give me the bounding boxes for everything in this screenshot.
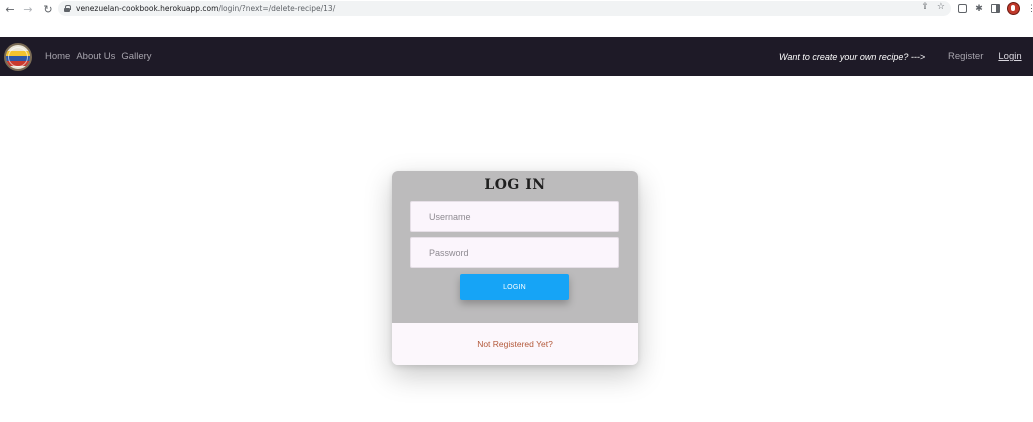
login-form-panel: LOG IN LOGIN: [392, 171, 638, 323]
password-input[interactable]: [410, 237, 619, 268]
omnibox-actions: ⇪ ☆: [921, 2, 945, 12]
star-icon[interactable]: ☆: [937, 2, 945, 12]
url-path: /login/?next=/delete-recipe/13/: [218, 4, 336, 13]
auth-nav: Register Login: [948, 37, 1022, 76]
nav-login-link[interactable]: Login: [998, 51, 1021, 62]
nav-gallery-link[interactable]: Gallery: [121, 51, 151, 62]
username-input[interactable]: [410, 201, 619, 232]
login-title: LOG IN: [484, 177, 546, 193]
puzzle-icon[interactable]: ✱: [974, 4, 984, 14]
kebab-menu-icon[interactable]: ⋮: [1027, 4, 1033, 13]
extension-area: ✱ ⋮: [958, 2, 1033, 15]
nav-about-link[interactable]: About Us: [76, 51, 115, 62]
register-footer: Not Registered Yet?: [392, 323, 638, 365]
share-icon[interactable]: ⇪: [921, 2, 929, 12]
side-panel-icon[interactable]: [991, 4, 1000, 13]
url-text[interactable]: venezuelan-cookbook.herokuapp.com/login/…: [76, 4, 335, 13]
logo-ring: [8, 47, 28, 67]
not-registered-link[interactable]: Not Registered Yet?: [477, 339, 553, 349]
primary-nav: Home About Us Gallery: [45, 37, 152, 76]
forward-arrow-icon[interactable]: →: [21, 2, 35, 16]
login-button[interactable]: LOGIN: [460, 274, 569, 300]
profile-avatar[interactable]: [1007, 2, 1020, 15]
login-card: LOG IN LOGIN Not Registered Yet?: [392, 171, 638, 365]
reload-icon[interactable]: ↻: [41, 2, 55, 16]
extension-square-icon[interactable]: [958, 4, 967, 13]
url-host: venezuelan-cookbook.herokuapp.com: [76, 4, 219, 13]
lock-icon[interactable]: [64, 5, 71, 12]
nav-register-link[interactable]: Register: [948, 51, 983, 62]
brand-logo[interactable]: [4, 43, 32, 71]
address-bar[interactable]: venezuelan-cookbook.herokuapp.com/login/…: [58, 1, 951, 16]
create-recipe-tagline: Want to create your own recipe? --->: [779, 51, 926, 62]
back-arrow-icon[interactable]: ←: [3, 2, 17, 16]
browser-toolbar: ← → ↻ venezuelan-cookbook.herokuapp.com/…: [0, 0, 1033, 18]
nav-home-link[interactable]: Home: [45, 51, 70, 62]
site-navbar: Home About Us Gallery Want to create you…: [0, 37, 1033, 76]
